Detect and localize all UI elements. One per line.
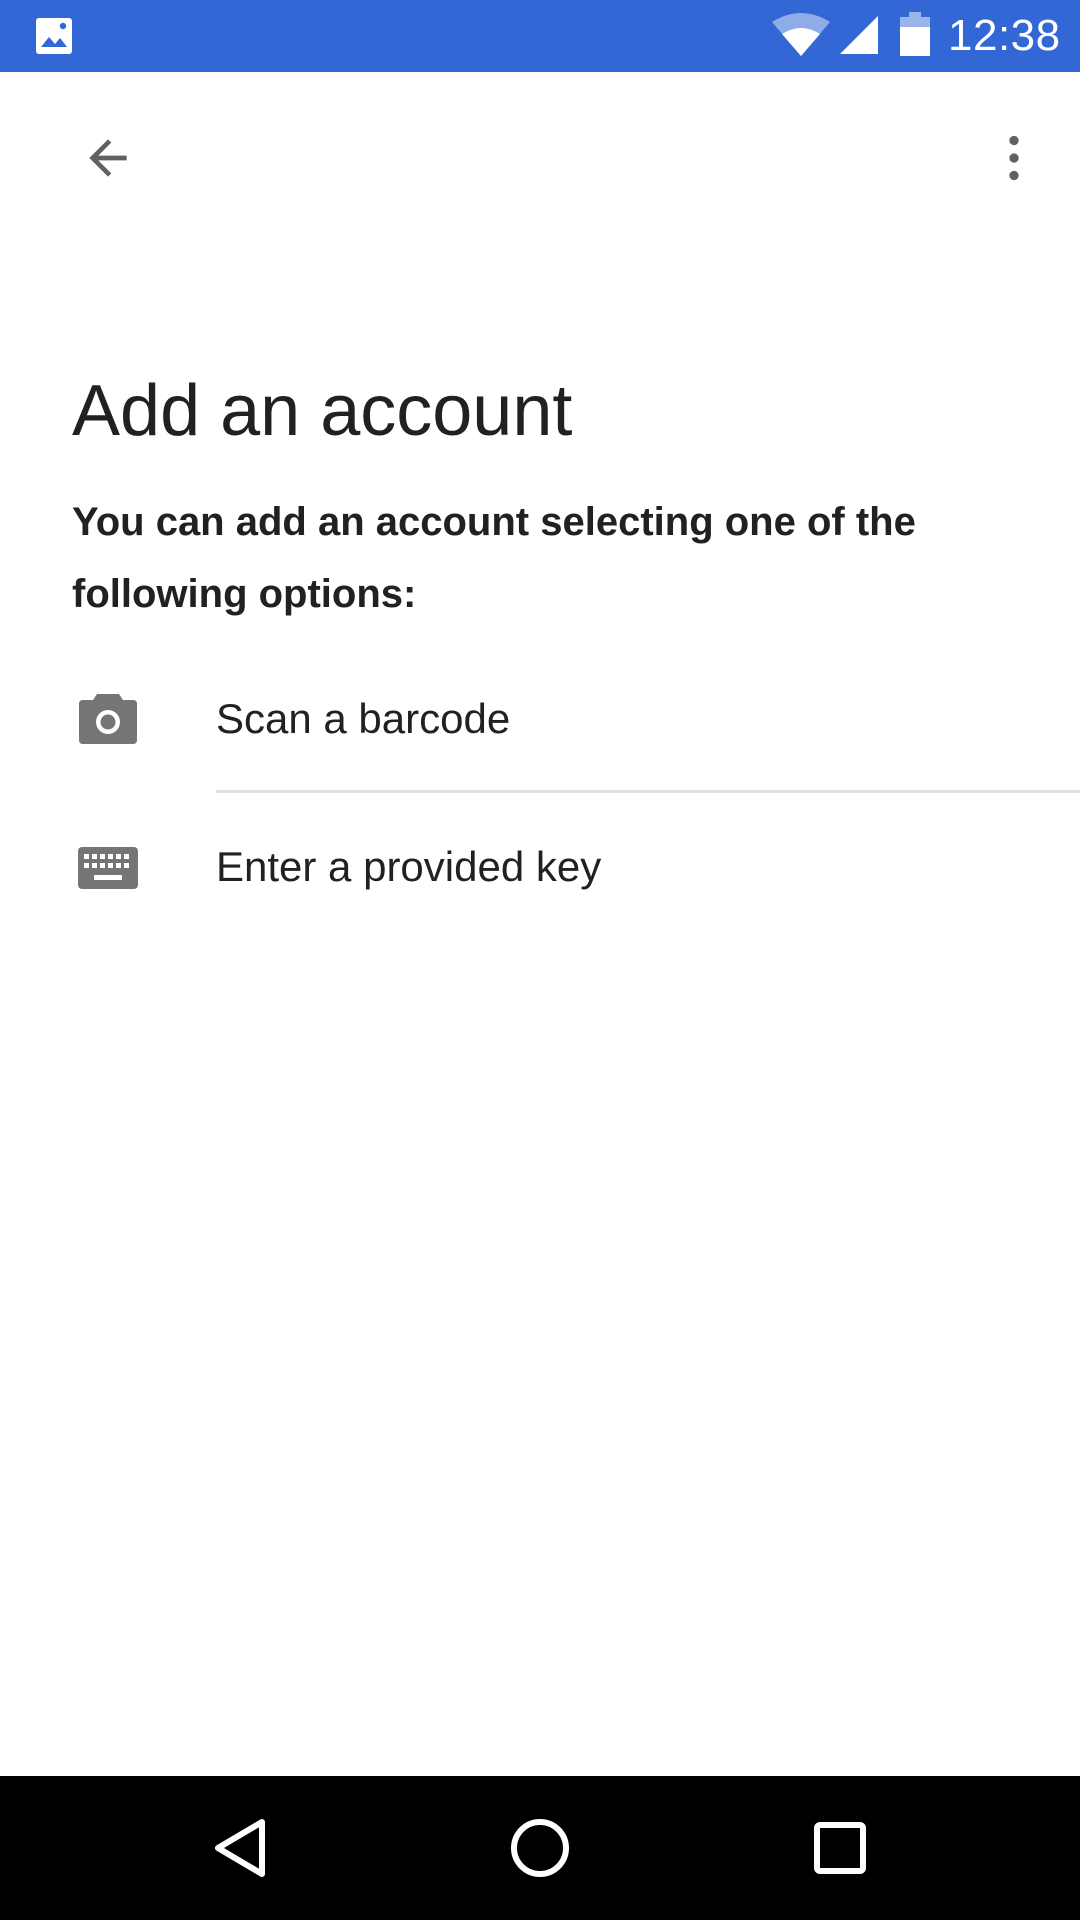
scan-barcode-label: Scan a barcode bbox=[216, 695, 511, 742]
nav-recents-icon bbox=[814, 1822, 866, 1874]
camera-icon bbox=[72, 682, 144, 754]
signal-icon bbox=[840, 16, 878, 54]
image-notification-icon bbox=[36, 18, 72, 54]
more-vert-icon bbox=[1009, 135, 1019, 181]
nav-home-icon bbox=[511, 1819, 569, 1877]
enter-key-label: Enter a provided key bbox=[216, 843, 602, 890]
nav-back-button[interactable] bbox=[190, 1798, 290, 1898]
wifi-icon bbox=[772, 13, 830, 56]
screen: 12:38 Add an account You can add an acco… bbox=[0, 0, 1080, 1920]
navigation-bar bbox=[0, 1776, 1080, 1920]
status-clock: 12:38 bbox=[948, 11, 1061, 60]
status-bar: 12:38 bbox=[0, 0, 1080, 72]
nav-recents-button[interactable] bbox=[790, 1798, 890, 1898]
page-title: Add an account bbox=[72, 371, 573, 451]
page-subtitle: You can add an account selecting one of … bbox=[72, 500, 916, 616]
back-button[interactable] bbox=[60, 110, 156, 206]
option-divider bbox=[216, 790, 1080, 793]
nav-back-icon bbox=[215, 1819, 265, 1877]
arrow-back-icon bbox=[89, 139, 127, 177]
enter-key-option[interactable]: Enter a provided key bbox=[0, 796, 1080, 942]
more-options-button[interactable] bbox=[966, 110, 1062, 206]
keyboard-icon bbox=[72, 832, 144, 904]
battery-icon bbox=[900, 12, 930, 56]
nav-home-button[interactable] bbox=[490, 1798, 590, 1898]
scan-barcode-option[interactable]: Scan a barcode bbox=[0, 646, 1080, 792]
